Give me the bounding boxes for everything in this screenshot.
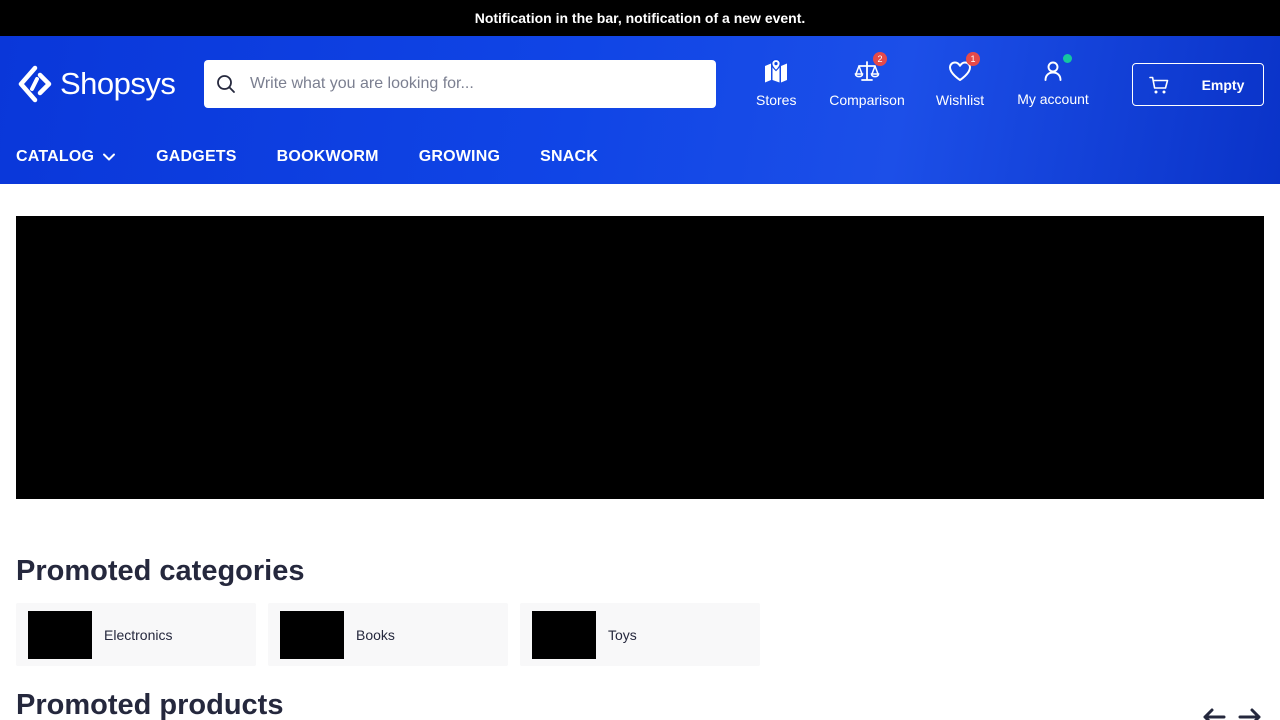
- category-label: Books: [356, 626, 395, 643]
- scales-icon: 2: [854, 52, 887, 84]
- shopsys-logo-icon: [18, 65, 52, 103]
- promoted-products-title: Promoted products: [16, 689, 284, 720]
- nav-item-gadgets[interactable]: GADGETS: [156, 148, 237, 166]
- nav-item-snack[interactable]: SNACK: [540, 148, 598, 166]
- nav-item-growing[interactable]: GROWING: [419, 148, 500, 166]
- stores-label: Stores: [756, 92, 797, 108]
- notification-text: Notification in the bar, notification of…: [474, 10, 806, 26]
- arrow-right-icon: [1238, 708, 1261, 720]
- heart-icon: 1: [947, 52, 980, 84]
- comparison-link[interactable]: 2 Comparison: [826, 52, 908, 110]
- wishlist-link[interactable]: 1 Wishlist: [934, 52, 986, 110]
- chevron-down-icon: [103, 153, 116, 161]
- cart-label: Empty: [1201, 76, 1245, 93]
- category-image: [280, 611, 344, 659]
- category-card-books[interactable]: Books: [268, 603, 508, 666]
- carousel-next-button[interactable]: [1237, 704, 1263, 720]
- main-navigation: CATALOG GADGETS BOOKWORM GROWING SNACK: [16, 146, 638, 168]
- category-image: [532, 611, 596, 659]
- logo-text: Shopsys: [60, 66, 176, 101]
- hero-banner[interactable]: [16, 216, 1264, 499]
- search-input[interactable]: [250, 60, 706, 108]
- wishlist-count-badge: 1: [966, 52, 980, 66]
- category-label: Toys: [608, 626, 637, 643]
- category-card-electronics[interactable]: Electronics: [16, 603, 256, 666]
- category-image: [28, 611, 92, 659]
- comparison-count-badge: 2: [873, 52, 887, 66]
- category-label: Electronics: [104, 626, 173, 643]
- cart-icon: [1149, 76, 1169, 94]
- carousel-prev-button[interactable]: [1201, 704, 1227, 720]
- nav-item-label: SNACK: [540, 148, 598, 165]
- nav-item-label: CATALOG: [16, 148, 95, 165]
- map-icon: [763, 58, 789, 84]
- promoted-categories-title: Promoted categories: [16, 555, 305, 587]
- my-account-link[interactable]: My account: [1014, 54, 1092, 110]
- nav-item-label: BOOKWORM: [276, 148, 379, 165]
- wishlist-label: Wishlist: [935, 92, 985, 108]
- nav-item-label: GROWING: [418, 148, 501, 165]
- logo-link[interactable]: Shopsys: [16, 64, 176, 104]
- my-account-label: My account: [1017, 91, 1089, 107]
- account-status-dot: [1063, 54, 1072, 63]
- search-box: [204, 60, 716, 108]
- category-card-toys[interactable]: Toys: [520, 603, 760, 666]
- comparison-label: Comparison: [829, 92, 905, 108]
- search-icon[interactable]: [216, 74, 236, 94]
- site-header: Shopsys Stores: [0, 36, 1280, 184]
- nav-item-label: GADGETS: [156, 148, 237, 165]
- user-icon: [1040, 54, 1072, 84]
- stores-link[interactable]: Stores: [756, 58, 796, 110]
- nav-item-catalog[interactable]: CATALOG: [16, 148, 116, 166]
- cart-button[interactable]: Empty: [1132, 63, 1264, 106]
- nav-item-bookworm[interactable]: BOOKWORM: [277, 148, 379, 166]
- arrow-left-icon: [1203, 708, 1226, 720]
- notification-bar: Notification in the bar, notification of…: [0, 0, 1280, 36]
